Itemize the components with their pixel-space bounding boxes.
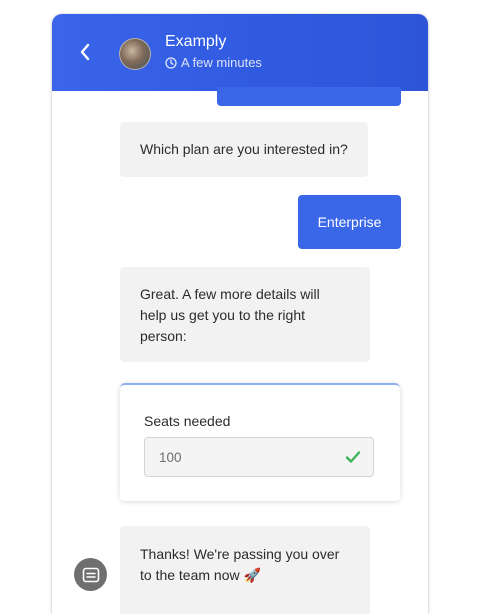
response-time-text: A few minutes (181, 55, 262, 70)
seats-label: Seats needed (144, 413, 231, 429)
chat-icon (82, 567, 99, 582)
bot-message-details: Great. A few more details will help us g… (120, 267, 370, 362)
bot-message-plan-question: Which plan are you interested in? (120, 122, 368, 177)
user-message-text: Enterprise (317, 213, 382, 230)
chevron-left-icon (80, 43, 90, 61)
response-time: A few minutes (165, 55, 262, 70)
check-icon (345, 451, 361, 463)
bot-message-text: Thanks! We're passing you over to the te… (140, 546, 340, 583)
bot-message-text: Great. A few more details will help us g… (140, 286, 320, 344)
seats-input-value: 100 (159, 449, 182, 465)
chat-launcher-button[interactable] (74, 558, 107, 591)
bot-message-text: Which plan are you interested in? (140, 141, 348, 157)
back-button[interactable] (74, 38, 96, 66)
chat-window: Examply A few minutes Which plan are you… (52, 14, 428, 614)
user-message-enterprise: Enterprise (298, 195, 401, 249)
seats-input[interactable]: 100 (144, 437, 374, 477)
chat-title: Examply (165, 33, 227, 50)
bot-message-handoff: Thanks! We're passing you over to the te… (120, 526, 370, 614)
seats-form-card: Seats needed 100 (120, 383, 400, 501)
avatar (119, 38, 151, 70)
chat-header: Examply A few minutes (52, 14, 428, 91)
clock-icon (165, 56, 177, 69)
previous-user-message (217, 87, 401, 106)
